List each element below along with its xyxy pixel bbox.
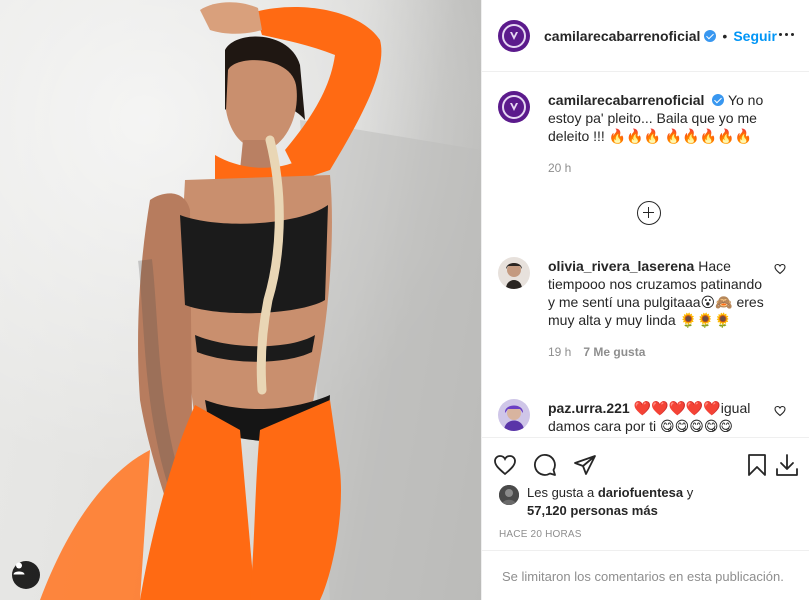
more-icon-dot xyxy=(784,32,788,36)
author-username[interactable]: camilarecabarrenoficial xyxy=(544,28,700,44)
separator: • xyxy=(722,27,728,44)
avatar-image xyxy=(498,399,530,431)
user-tags-button[interactable] xyxy=(12,561,40,589)
comments-limited-notice: Se limitaron los comentarios en esta pub… xyxy=(482,550,809,600)
avatar-image xyxy=(499,485,519,505)
commenter-username[interactable]: paz.urra.221 xyxy=(548,400,630,416)
likes-connector: y xyxy=(686,485,694,500)
post-actions: Les gusta a dariofuentesa y 57,120 perso… xyxy=(482,437,809,600)
comment-item: olivia_rivera_laserena Hace tiempooo nos… xyxy=(498,257,798,361)
comment-meta: 19 h 7 Me gusta xyxy=(548,343,768,361)
action-bar xyxy=(490,450,802,480)
more-options-button[interactable] xyxy=(774,22,798,46)
photo-illustration xyxy=(40,2,481,600)
post-photo[interactable] xyxy=(0,0,481,600)
commenter-avatar[interactable] xyxy=(498,399,530,431)
author-avatar[interactable] xyxy=(498,19,530,52)
comment-button[interactable] xyxy=(530,450,560,480)
comment-icon xyxy=(534,454,556,476)
load-more-comments-button[interactable] xyxy=(637,201,661,225)
commenter-avatar[interactable] xyxy=(498,257,530,289)
liker-avatar[interactable] xyxy=(499,485,519,505)
post-header: camilarecabarrenoficial • Seguir xyxy=(482,0,809,72)
caption-username[interactable]: camilarecabarrenoficial xyxy=(548,92,704,108)
likes-summary: Les gusta a dariofuentesa y 57,120 perso… xyxy=(499,484,727,520)
heart-icon xyxy=(494,455,516,476)
heart-icon[interactable] xyxy=(774,405,786,417)
likes-prefix: Les gusta a xyxy=(527,485,595,500)
comment-time[interactable]: 19 h xyxy=(548,345,571,359)
bookmark-icon xyxy=(748,454,766,476)
liker-username[interactable]: dariofuentesa xyxy=(598,485,683,500)
verified-icon xyxy=(712,94,725,106)
commenter-username[interactable]: olivia_rivera_laserena xyxy=(548,258,694,274)
caption-avatar[interactable] xyxy=(498,91,530,123)
comments-list[interactable]: camilarecabarrenoficial Yo no estoy pa' … xyxy=(482,73,809,437)
post-side-panel: camilarecabarrenoficial • Seguir camilar… xyxy=(481,0,809,600)
comment-item: paz.urra.221 ❤️❤️❤️❤️❤️igual damos cara … xyxy=(498,399,798,435)
caption-time[interactable]: 20 h xyxy=(548,159,788,177)
post-age[interactable]: HACE 20 HORAS xyxy=(499,529,582,540)
heart-icon[interactable] xyxy=(774,263,786,275)
share-icon xyxy=(574,455,596,475)
more-icon-dot xyxy=(790,32,794,36)
avatar-image xyxy=(498,257,530,289)
like-button[interactable] xyxy=(490,450,520,480)
more-icon xyxy=(778,32,782,36)
verified-icon xyxy=(704,29,717,42)
save-button[interactable] xyxy=(742,450,772,480)
comment-likes[interactable]: 7 Me gusta xyxy=(583,345,645,359)
logo-icon xyxy=(510,103,518,111)
caption: camilarecabarrenoficial Yo no estoy pa' … xyxy=(498,91,798,177)
user-icon xyxy=(13,562,25,575)
follow-button[interactable]: Seguir xyxy=(733,28,777,44)
download-button[interactable] xyxy=(772,450,802,480)
download-icon xyxy=(776,454,798,476)
likes-count[interactable]: 57,120 personas más xyxy=(527,503,658,518)
logo-icon xyxy=(510,31,518,40)
share-button[interactable] xyxy=(570,450,600,480)
